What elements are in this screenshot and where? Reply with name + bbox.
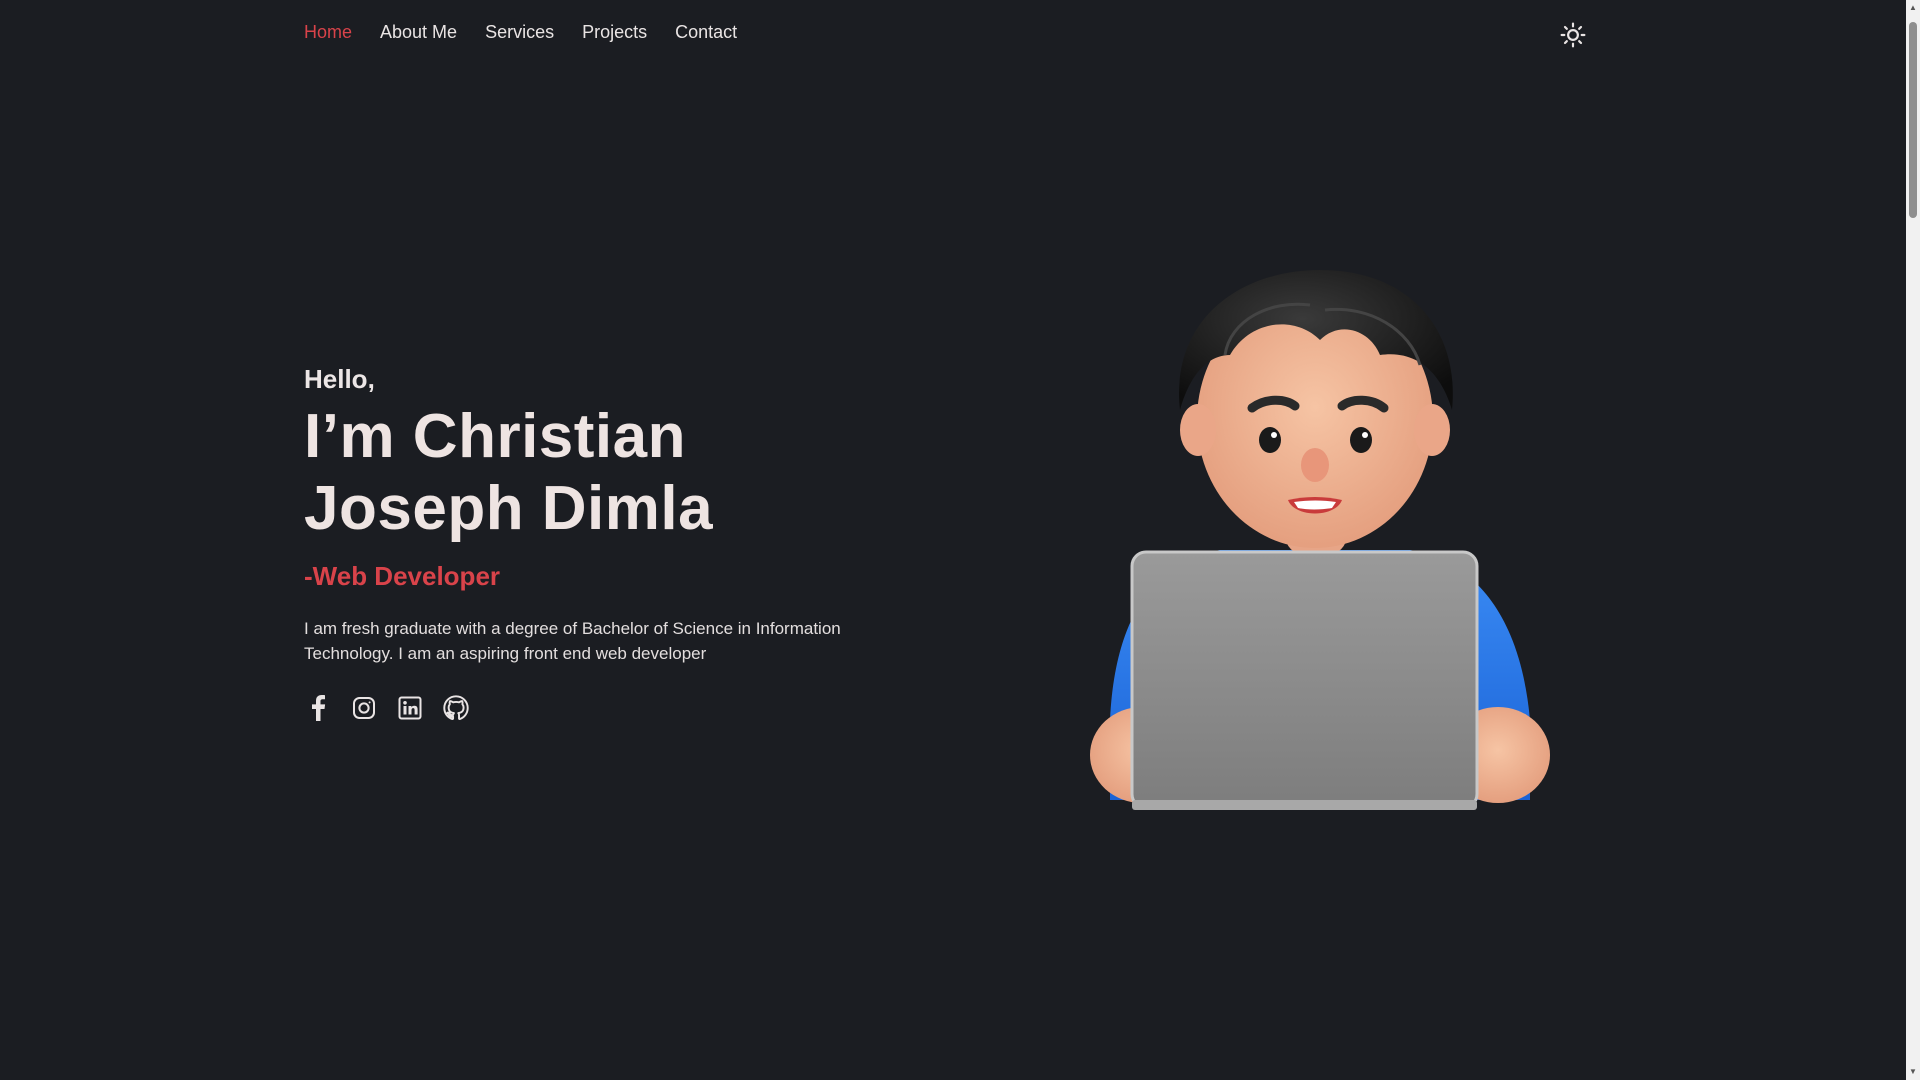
nav-contact[interactable]: Contact [675, 22, 737, 43]
hero-description-line2: Technology. I am an aspiring front end w… [304, 644, 707, 663]
nav-projects[interactable]: Projects [582, 22, 647, 43]
greeting: Hello, [304, 364, 375, 394]
theme-toggle-button[interactable] [1558, 20, 1588, 50]
hero-name-line1: I’m Christian [304, 402, 687, 471]
scrollbar-thumb[interactable] [1909, 22, 1917, 218]
nav-home[interactable]: Home [304, 22, 352, 43]
hero-name-line2: Joseph Dimla [304, 474, 714, 543]
main-nav: Home About Me Services Projects Contact [304, 22, 737, 43]
scroll-up-arrow-icon[interactable]: ▲ [1908, 3, 1918, 13]
scroll-down-arrow-icon[interactable]: ▼ [1908, 1067, 1918, 1077]
avatar-illustration [1080, 260, 1550, 820]
facebook-icon [312, 695, 326, 721]
github-link[interactable] [442, 694, 470, 722]
linkedin-link[interactable] [396, 694, 424, 722]
social-links [304, 694, 924, 722]
facebook-link[interactable] [304, 694, 332, 722]
nav-about-me[interactable]: About Me [380, 22, 457, 43]
page-scrollbar[interactable]: ▲ ▼ [1906, 0, 1920, 1080]
linkedin-icon [398, 696, 422, 720]
hero-name: I’m Christian Joseph Dimla [304, 401, 924, 545]
hero-section: Hello, I’m Christian Joseph Dimla -Web D… [304, 364, 924, 722]
github-icon [443, 695, 469, 721]
hero-role: -Web Developer [304, 561, 501, 591]
instagram-link[interactable] [350, 694, 378, 722]
instagram-icon [353, 697, 375, 719]
hero-description: I am fresh graduate with a degree of Bac… [304, 616, 904, 666]
sun-icon [1560, 22, 1586, 48]
hero-description-line1: I am fresh graduate with a degree of Bac… [304, 619, 841, 638]
nav-services[interactable]: Services [485, 22, 554, 43]
page: Home About Me Services Projects Contact … [0, 0, 1920, 1080]
